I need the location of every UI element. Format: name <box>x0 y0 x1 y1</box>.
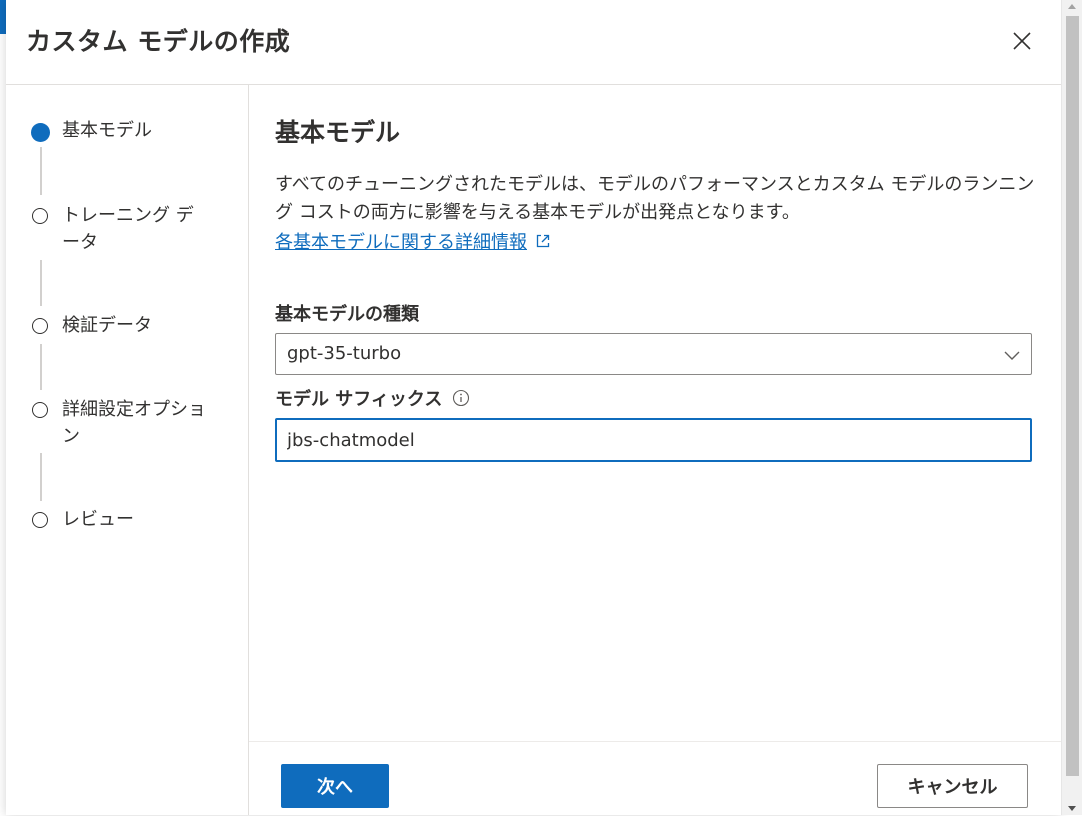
step-connector <box>40 344 42 390</box>
info-icon[interactable] <box>452 389 470 407</box>
step-label: 基本モデル <box>62 120 152 141</box>
close-button[interactable] <box>1009 28 1035 54</box>
step-label: 詳細設定オプション <box>62 399 206 447</box>
scroll-down-icon[interactable] <box>1068 806 1076 811</box>
external-link-icon <box>536 234 550 248</box>
create-custom-model-dialog: カスタム モデルの作成 基本モデル トレーニング データ 検証データ 詳細設定オ… <box>6 0 1061 815</box>
cancel-button[interactable]: キャンセル <box>877 764 1028 808</box>
step-validation-data[interactable]: 検証データ <box>32 315 232 339</box>
step-connector <box>40 453 42 501</box>
scrollbar-thumb[interactable] <box>1066 16 1079 776</box>
chevron-down-icon <box>1004 351 1020 360</box>
dialog-title: カスタム モデルの作成 <box>26 27 291 56</box>
step-indicator-active <box>31 123 50 142</box>
next-button[interactable]: 次へ <box>281 764 389 808</box>
step-indicator <box>32 512 48 528</box>
section-heading: 基本モデル <box>275 118 401 147</box>
page-scrollbar[interactable] <box>1061 0 1082 815</box>
section-description: すべてのチューニングされたモデルは、モデルのパフォーマンスとカスタム モデルのラ… <box>275 174 1035 223</box>
step-indicator <box>32 208 48 224</box>
step-label: 検証データ <box>62 315 152 336</box>
scroll-up-icon[interactable] <box>1068 4 1076 9</box>
base-model-type-label-text: 基本モデルの種類 <box>275 304 419 325</box>
model-suffix-label-text: モデル サフィックス <box>275 389 443 410</box>
base-model-dropdown[interactable]: gpt-35-turbo <box>275 333 1032 375</box>
step-advanced-options[interactable]: 詳細設定オプション <box>32 399 232 450</box>
step-indicator <box>32 318 48 334</box>
base-model-type-label: 基本モデルの種類 <box>275 300 419 326</box>
step-base-model[interactable]: 基本モデル <box>31 120 232 144</box>
dialog-footer: 次へ キャンセル <box>249 741 1061 816</box>
step-indicator <box>32 402 48 418</box>
learn-more-link-text: 各基本モデルに関する詳細情報 <box>275 232 527 253</box>
model-suffix-input[interactable] <box>275 418 1032 462</box>
step-label: レビュー <box>62 509 134 530</box>
step-review[interactable]: レビュー <box>32 509 232 533</box>
base-model-selected-value: gpt-35-turbo <box>287 343 402 364</box>
step-label: トレーニング データ <box>62 205 194 253</box>
wizard-steps: 基本モデル トレーニング データ 検証データ 詳細設定オプション レビュー <box>6 85 249 815</box>
step-training-data[interactable]: トレーニング データ <box>32 205 232 256</box>
model-suffix-label: モデル サフィックス <box>275 385 470 411</box>
step-connector <box>40 260 42 306</box>
learn-more-link[interactable]: 各基本モデルに関する詳細情報 <box>275 228 551 254</box>
dialog-header: カスタム モデルの作成 <box>6 0 1061 85</box>
close-icon <box>1013 32 1031 50</box>
step-connector <box>40 147 42 195</box>
